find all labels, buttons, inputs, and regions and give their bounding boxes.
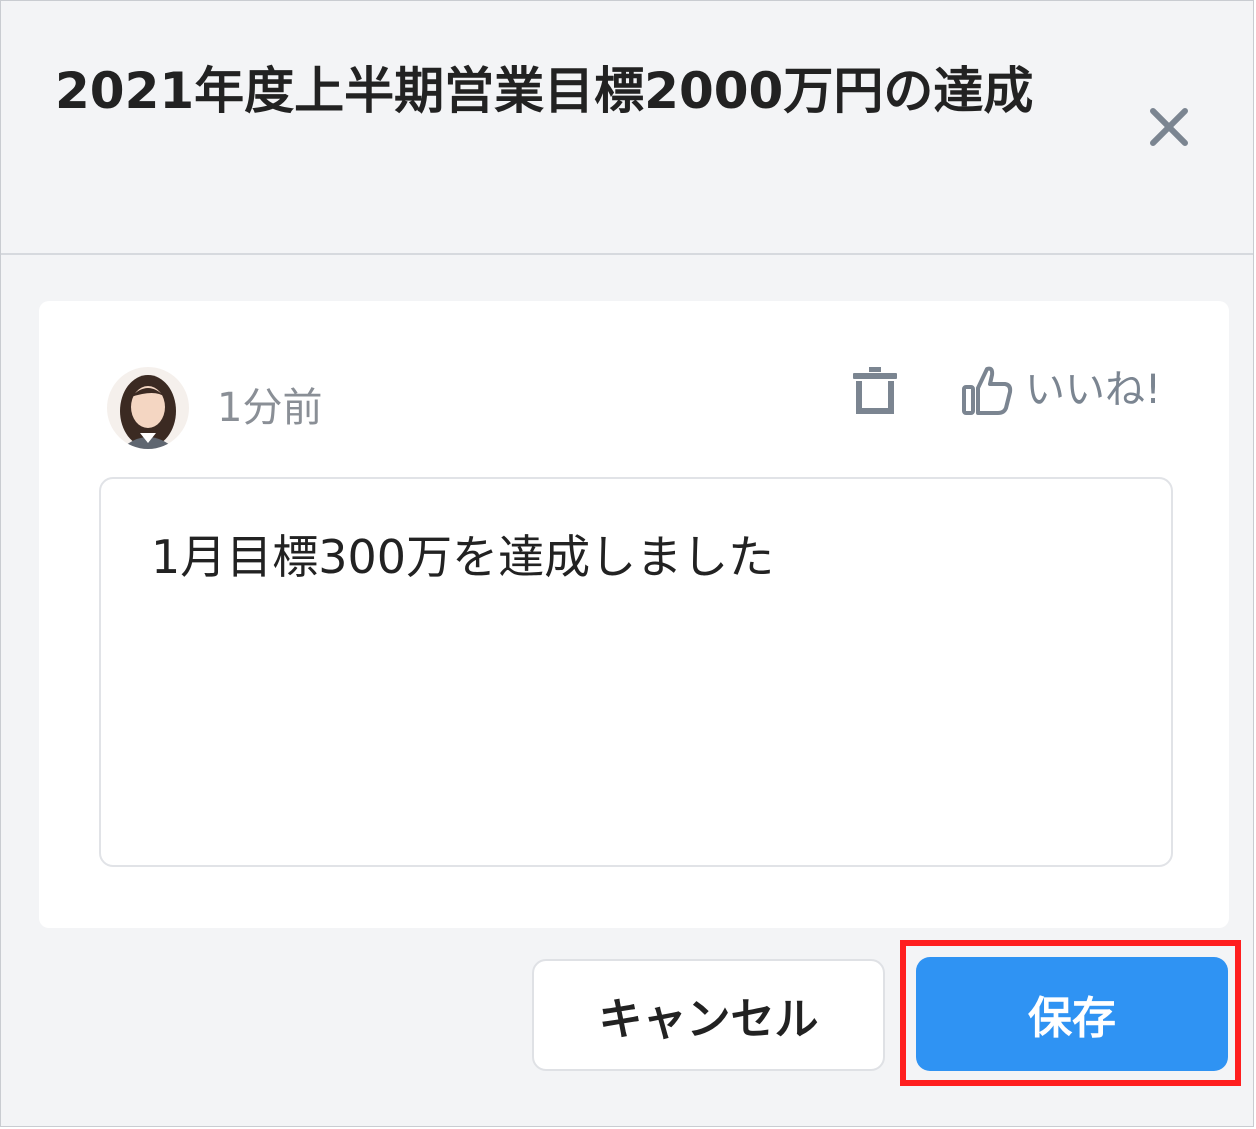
save-button[interactable]: 保存 xyxy=(916,957,1228,1071)
like-label: いいね! xyxy=(1025,367,1162,413)
like-button[interactable]: いいね! xyxy=(959,357,1161,423)
comment-edit-dialog: 2021年度上半期営業目標2000万円の達成 1分前 いいね! 1月目標300万… xyxy=(0,0,1254,1127)
dialog-title: 2021年度上半期営業目標2000万円の達成 xyxy=(55,62,1034,120)
close-icon[interactable] xyxy=(1141,99,1197,155)
comment-textarea[interactable]: 1月目標300万を達成しました xyxy=(99,477,1173,867)
thumbs-up-icon xyxy=(959,361,1017,419)
avatar xyxy=(107,367,189,449)
dialog-header: 2021年度上半期営業目標2000万円の達成 xyxy=(1,1,1253,255)
comment-timestamp: 1分前 xyxy=(217,385,323,431)
cancel-button[interactable]: キャンセル xyxy=(532,959,885,1071)
comment-text[interactable]: 1月目標300万を達成しました xyxy=(151,525,1111,589)
trash-icon[interactable] xyxy=(845,361,905,421)
comment-card: 1分前 いいね! 1月目標300万を達成しました xyxy=(39,301,1229,928)
